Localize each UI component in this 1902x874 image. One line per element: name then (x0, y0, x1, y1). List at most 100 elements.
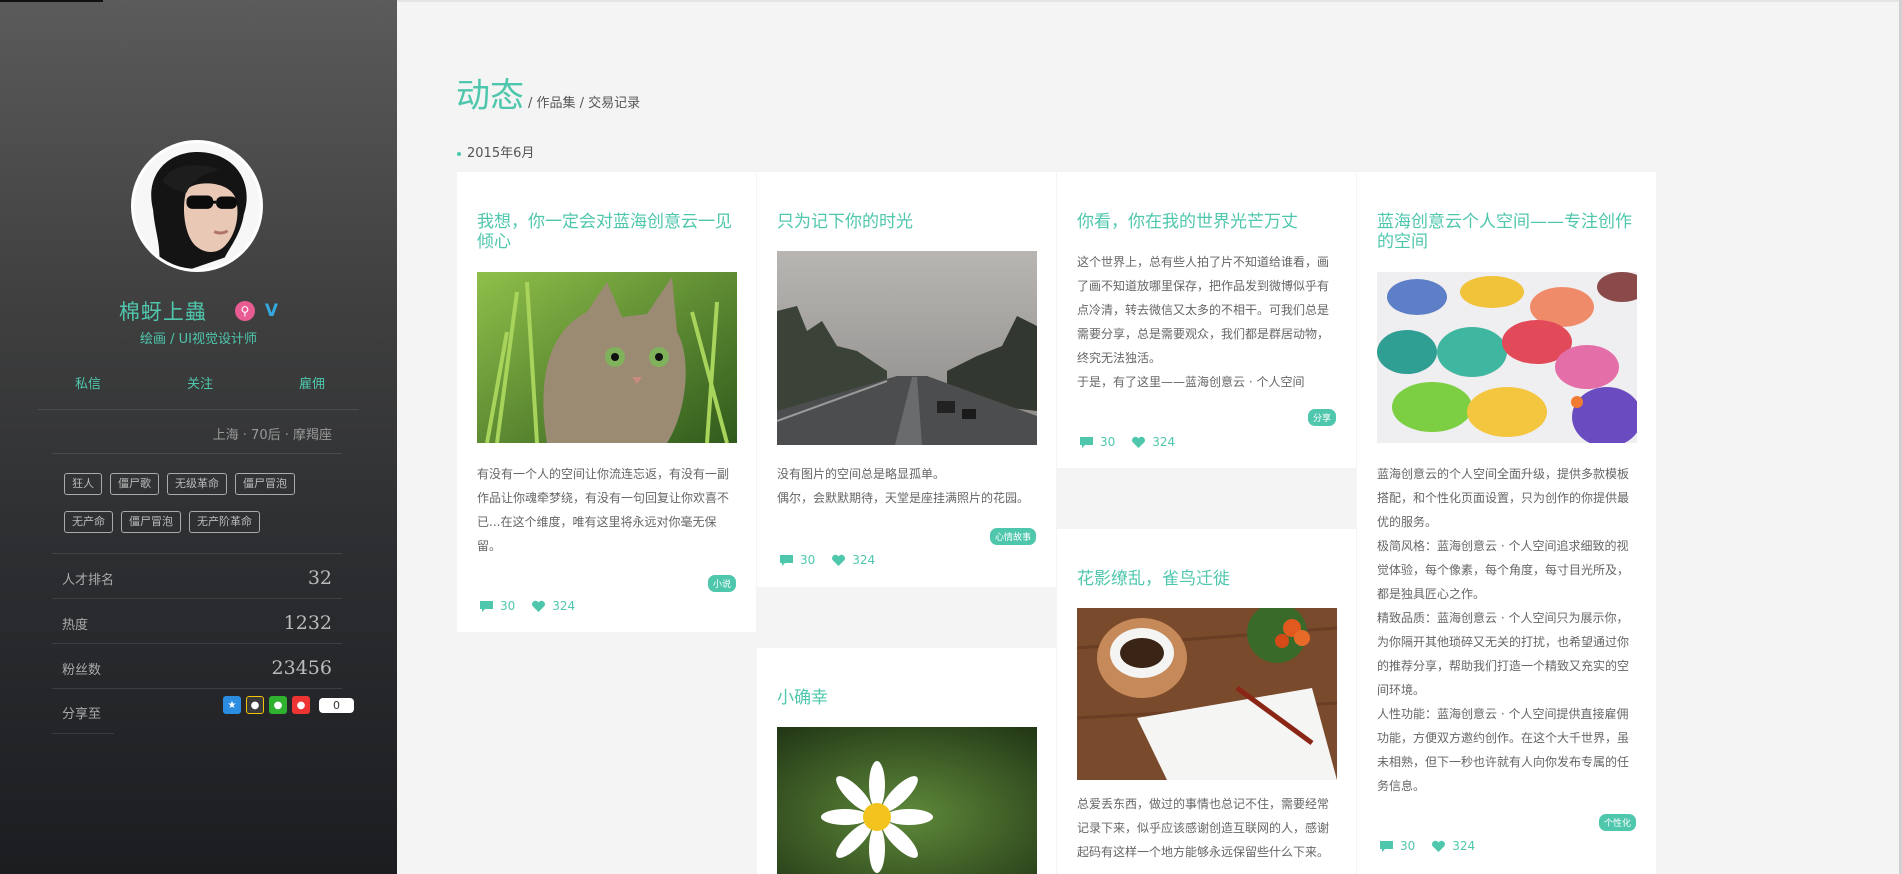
post-body: 蓝海创意云的个人空间全面升级，提供多款模板搭配，和个性化页面设置，只为创作的你提… (1377, 462, 1639, 798)
post-body: 总爱丢东西，做过的事情也总记不住，需要经常记录下来，似乎应该感谢创造互联网的人，… (1077, 792, 1339, 864)
tag[interactable]: 僵尸冒泡 (235, 473, 295, 495)
stat-talent-rank: 人才排名 32 (62, 567, 332, 589)
post-body: 这个世界上，总有些人拍了片不知道给谁看，画了画不知道放哪里保存，把作品发到微博似… (1077, 250, 1339, 394)
post-title[interactable]: 你看，你在我的世界光芒万丈 (1077, 212, 1342, 232)
post-meta: 30 324 (1079, 435, 1185, 449)
comment-bubble-icon[interactable] (779, 554, 794, 567)
comment-count: 30 (800, 553, 816, 567)
tag[interactable]: 僵尸冒泡 (121, 511, 181, 533)
post-card[interactable]: 蓝海创意云个人空间——专注创作的空间 蓝海创意云的个人空间全面升级，提供多款模板… (1357, 172, 1656, 874)
tag[interactable]: 无级革命 (167, 473, 227, 495)
profile-subtitle: 绘画 / UI视觉设计师 (140, 332, 257, 347)
profile-location: 上海 · 70后 · 摩羯座 (212, 428, 332, 443)
stat-value: 32 (307, 567, 332, 589)
stat-label: 人才排名 (62, 572, 115, 588)
hire-button[interactable]: 雇佣 (299, 373, 325, 392)
top-accent-bar (0, 0, 103, 2)
post-meta: 30 324 (479, 599, 585, 613)
share-label: 分享至 (62, 707, 102, 722)
category-label[interactable]: 小说 (707, 575, 736, 592)
post-title[interactable]: 我想，你一定会对蓝海创意云一见倾心 (477, 212, 742, 252)
divider (52, 598, 342, 599)
avatar-image (134, 143, 260, 269)
comment-bubble-icon[interactable] (479, 600, 494, 613)
post-title[interactable]: 小确幸 (777, 688, 1042, 708)
post-paragraph: 人性功能：蓝海创意云 · 个人空间提供直接雇佣功能，方便双方邀约创作。在这个大千… (1377, 707, 1630, 793)
heart-icon[interactable] (1131, 436, 1146, 449)
post-paragraph: 蓝海创意云的个人空间全面升级，提供多款模板搭配，和个性化页面设置，只为创作的你提… (1377, 467, 1630, 529)
profile-name-row: 棉蚜上蟲 ⚲ V (0, 296, 397, 326)
divider (52, 453, 342, 454)
foggy-road-photo[interactable] (777, 251, 1037, 445)
message-button[interactable]: 私信 (75, 373, 101, 392)
profile-tags: 狂人 僵尸歌 无级革命 僵尸冒泡 无产命 僵尸冒泡 无产阶革命 (64, 473, 344, 533)
tag[interactable]: 狂人 (64, 473, 102, 495)
profile-sidebar: 棉蚜上蟲 ⚲ V 绘画 / UI视觉设计师 私信 关注 雇佣 上海 · 70后 … (0, 0, 397, 874)
divider (52, 688, 342, 689)
page-heading: 动态 / 作品集 / 交易记录 (456, 68, 640, 117)
post-meta: 30 324 (779, 553, 885, 567)
category-label[interactable]: 分享 (1307, 409, 1336, 426)
wechat-icon[interactable]: ● (269, 696, 287, 714)
divider (52, 733, 114, 734)
top-border (397, 0, 1902, 2)
heart-icon[interactable] (831, 554, 846, 567)
tab-activity[interactable]: 动态 (456, 68, 524, 117)
post-title[interactable]: 花影缭乱，雀鸟迁徙 (1077, 569, 1342, 589)
paint-palette-photo[interactable] (1377, 272, 1637, 443)
divider (52, 553, 342, 554)
share-icons: ★ ● ● ● 0 (223, 696, 354, 714)
post-paragraph: 极简风格：蓝海创意云 · 个人空间追求细致的视觉体验，每个像素，每个角度，每寸目… (1377, 539, 1630, 601)
post-paragraph: 于是，有了这里——蓝海创意云 · 个人空间 (1077, 375, 1305, 389)
divider (38, 409, 359, 410)
post-paragraph: 没有图片的空间总是略显孤单。 (777, 467, 946, 481)
date-marker: 2015年6月 (457, 142, 534, 161)
comment-bubble-icon[interactable] (1079, 436, 1094, 449)
category-label[interactable]: 个性化 (1598, 814, 1636, 831)
post-paragraph: 精致品质：蓝海创意云 · 个人空间只为展示你，为你隔开其他琐碎又无关的打扰，也希… (1377, 611, 1630, 697)
post-title[interactable]: 蓝海创意云个人空间——专注创作的空间 (1377, 212, 1642, 252)
kitten-photo[interactable] (477, 272, 737, 443)
category-label[interactable]: 心情故事 (989, 528, 1036, 545)
like-count: 324 (1452, 839, 1476, 853)
post-body: 有没有一个人的空间让你流连忘返，有没有一副作品让你魂牵梦绕，有没有一句回复让你欢… (477, 462, 739, 558)
post-card[interactable]: 我想，你一定会对蓝海创意云一见倾心 有没有一个人的空间让你流连忘返，有没有一副作… (457, 172, 756, 632)
post-body: 没有图片的空间总是略显孤单。 偶尔，会默默期待，天堂是座挂满照片的花园。 (777, 462, 1039, 510)
avatar[interactable] (131, 140, 263, 272)
heart-icon[interactable] (1431, 840, 1446, 853)
like-count: 324 (552, 599, 576, 613)
divider (52, 643, 342, 644)
stat-followers: 粉丝数 23456 (62, 657, 332, 679)
verified-artist-icon: ⚲ (234, 301, 255, 321)
post-paragraph: 这个世界上，总有些人拍了片不知道给谁看，画了画不知道放哪里保存，把作品发到微博似… (1077, 255, 1330, 365)
post-card[interactable]: 花影缭乱，雀鸟迁徙 总爱丢东西，做过的事情也总记不住，需要经常记录下来，似乎应该… (1057, 529, 1356, 874)
verified-v-badge: V (264, 301, 279, 321)
comment-bubble-icon[interactable] (1379, 840, 1394, 853)
post-meta: 30 324 (1379, 839, 1485, 853)
post-paragraph: 偶尔，会默默期待，天堂是座挂满照片的花园。 (777, 491, 1030, 505)
post-card[interactable]: 你看，你在我的世界光芒万丈 这个世界上，总有些人拍了片不知道给谁看，画了画不知道… (1057, 172, 1356, 468)
qzone-icon[interactable]: ★ (223, 696, 241, 714)
weibo-icon[interactable]: ● (292, 696, 310, 714)
stat-label: 粉丝数 (62, 662, 102, 678)
tag[interactable]: 僵尸歌 (110, 473, 159, 495)
post-title[interactable]: 只为记下你的时光 (777, 212, 1042, 232)
daisy-photo[interactable] (777, 727, 1037, 874)
tag[interactable]: 无产阶革命 (189, 511, 260, 533)
profile-actions: 私信 关注 雇佣 (38, 373, 360, 392)
sub-nav[interactable]: / 作品集 / 交易记录 (528, 92, 640, 111)
tag[interactable]: 无产命 (64, 511, 113, 533)
qq-icon[interactable]: ● (246, 696, 264, 714)
profile-name: 棉蚜上蟲 (118, 300, 207, 324)
post-card[interactable]: 小确幸 (757, 648, 1056, 874)
follow-button[interactable]: 关注 (187, 373, 213, 392)
comment-count: 30 (1100, 435, 1116, 449)
stat-value: 1232 (283, 612, 332, 634)
stat-label: 热度 (62, 617, 89, 633)
comment-count: 30 (1400, 839, 1416, 853)
post-paragraph: 总爱丢东西，做过的事情也总记不住，需要经常记录下来，似乎应该感谢创造互联网的人，… (1077, 797, 1330, 859)
heart-icon[interactable] (531, 600, 546, 613)
post-card[interactable]: 只为记下你的时光 没有图片的空间总是略显孤单。 偶尔，会默默期待，天堂是座挂满照… (757, 172, 1056, 587)
coffee-notebook-photo[interactable] (1077, 608, 1337, 780)
stat-value: 23456 (271, 657, 332, 679)
